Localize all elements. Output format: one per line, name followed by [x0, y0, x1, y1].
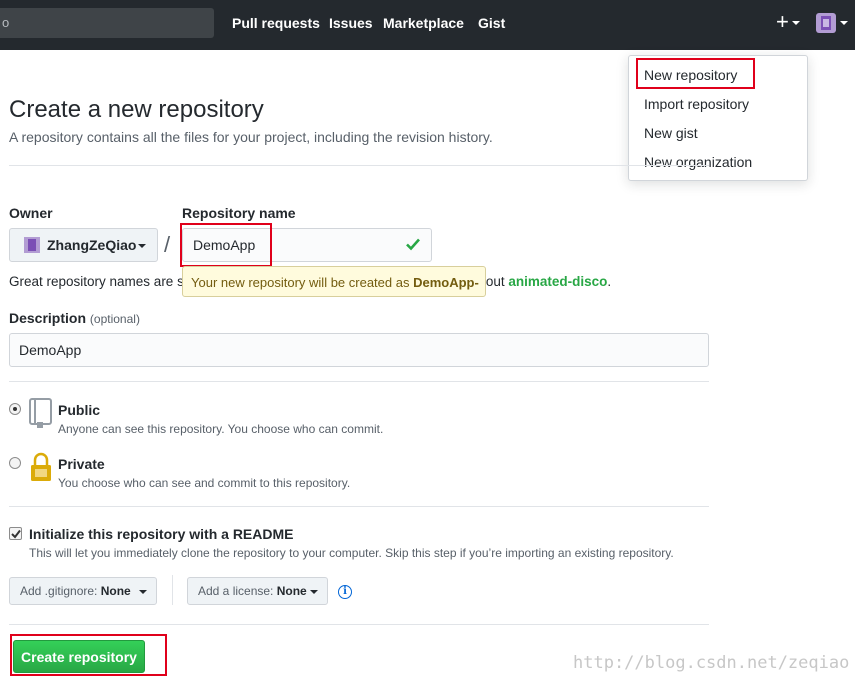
private-description: You choose who can see and commit to thi… — [58, 476, 351, 490]
public-description: Anyone can see this repository. You choo… — [58, 422, 384, 436]
private-radio[interactable] — [9, 457, 21, 469]
owner-repo-separator: / — [164, 232, 171, 257]
page-subtitle: A repository contains all the files for … — [9, 129, 493, 145]
divider — [9, 165, 709, 166]
repo-book-icon — [29, 398, 52, 428]
repo-name-label: Repository name — [182, 205, 296, 221]
watermark-text: http://blog.csdn.net/zeqiao — [573, 653, 850, 673]
menu-item-new-gist[interactable]: New gist — [644, 125, 698, 141]
owner-select-button[interactable]: ZhangZeQiao — [9, 228, 158, 262]
highlight-box-create-button — [10, 634, 167, 676]
private-title: Private — [58, 456, 105, 472]
menu-item-import-repository[interactable]: Import repository — [644, 96, 749, 112]
license-select-button[interactable]: Add a license: None — [187, 577, 328, 605]
nav-issues[interactable]: Issues — [329, 15, 373, 31]
checkmark-icon — [11, 529, 21, 539]
init-readme-description: This will let you immediately clone the … — [29, 546, 674, 560]
search-input[interactable]: o — [0, 8, 214, 38]
menu-item-new-organization[interactable]: New organization — [644, 154, 752, 170]
optional-tag: (optional) — [89, 312, 140, 326]
highlight-box-repo-name — [180, 223, 272, 267]
highlight-box-new-repository — [636, 58, 755, 89]
owner-avatar — [24, 237, 40, 253]
repo-name-tooltip: Your new repository will be created as D… — [182, 266, 486, 297]
info-icon[interactable]: i — [338, 585, 352, 599]
plus-icon[interactable]: + — [776, 11, 789, 33]
suggested-name-link[interactable]: animated-disco — [508, 274, 607, 289]
nav-gist[interactable]: Gist — [478, 15, 505, 31]
chevron-down-icon — [138, 244, 146, 248]
chevron-down-icon — [310, 590, 318, 594]
divider — [9, 506, 709, 507]
description-label: Description (optional) — [9, 310, 140, 326]
chevron-down-icon[interactable] — [840, 21, 848, 25]
nav-pull-requests[interactable]: Pull requests — [232, 15, 320, 31]
page-title: Create a new repository — [9, 96, 264, 123]
public-title: Public — [58, 402, 101, 418]
public-radio[interactable] — [9, 403, 21, 415]
top-header: o Pull requests Issues Marketplace Gist … — [0, 0, 855, 50]
vertical-divider — [172, 575, 173, 605]
check-icon — [406, 238, 420, 251]
init-readme-title: Initialize this repository with a README — [29, 526, 294, 542]
chevron-down-icon[interactable] — [792, 21, 800, 25]
lock-icon — [31, 452, 51, 481]
owner-label: Owner — [9, 205, 53, 221]
init-readme-checkbox[interactable] — [9, 527, 22, 540]
gitignore-select-button[interactable]: Add .gitignore: None — [9, 577, 157, 605]
user-avatar[interactable] — [816, 13, 836, 33]
owner-name: ZhangZeQiao — [47, 237, 137, 253]
divider — [9, 624, 709, 625]
nav-marketplace[interactable]: Marketplace — [383, 15, 464, 31]
description-input[interactable]: DemoApp — [9, 333, 709, 367]
chevron-down-icon — [139, 590, 147, 594]
divider — [9, 381, 709, 382]
